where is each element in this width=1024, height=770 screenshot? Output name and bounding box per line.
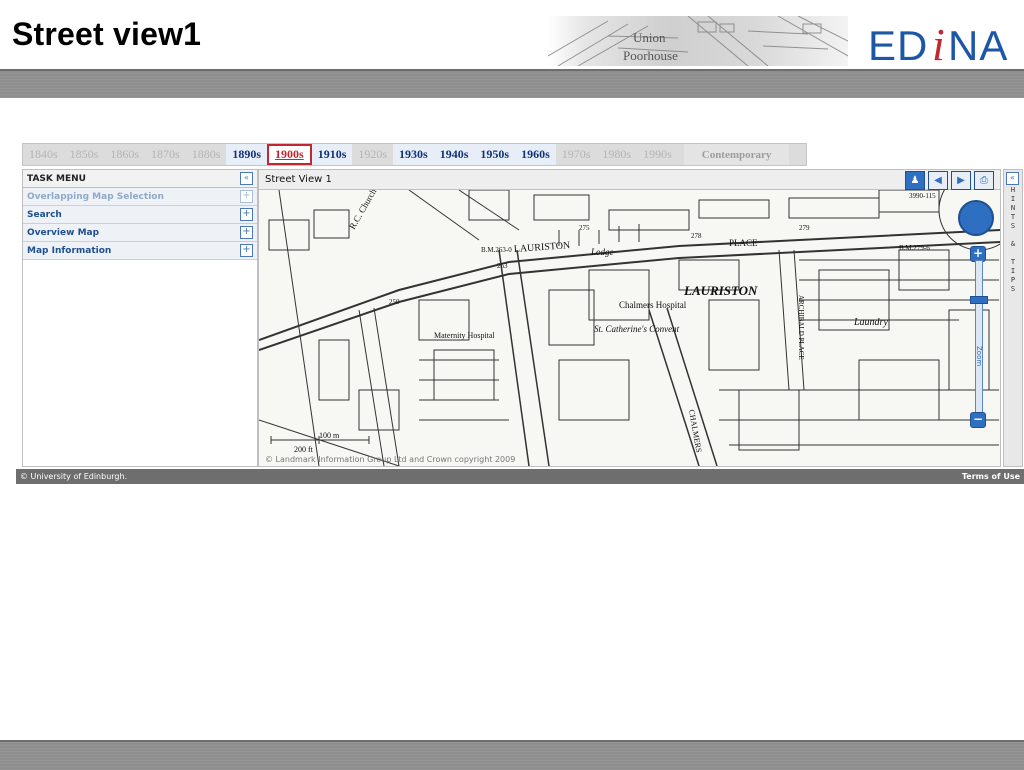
task-item-label: Overview Map xyxy=(27,227,100,238)
decade-tab-1990s[interactable]: 1990s xyxy=(637,144,678,165)
zoom-label: Zoom xyxy=(975,346,983,367)
svg-text:B.M.279-6: B.M.279-6 xyxy=(899,244,930,252)
svg-text:Laundry: Laundry xyxy=(853,317,888,328)
map-toolbar: ♟ ◀ ▶ ⎙ xyxy=(905,171,994,190)
svg-text:Poorhouse: Poorhouse xyxy=(623,48,678,63)
footer-copyright: © University of Edinburgh. xyxy=(20,472,128,481)
expand-plus-icon[interactable]: + xyxy=(240,190,253,203)
hints-letter: & xyxy=(1010,240,1016,248)
hints-letter: I xyxy=(1010,267,1016,275)
hints-letter: S xyxy=(1010,285,1016,293)
task-menu-title: TASK MENU xyxy=(27,173,86,184)
task-item-map-information[interactable]: Map Information + xyxy=(23,242,257,260)
svg-text:263: 263 xyxy=(497,262,508,270)
task-item-label: Map Information xyxy=(27,245,112,256)
decade-tab-1900s[interactable]: 1900s xyxy=(267,144,312,165)
double-chevron-left-icon[interactable]: « xyxy=(240,172,253,185)
hints-letter: H xyxy=(1010,186,1016,194)
decade-tab-1860s[interactable]: 1860s xyxy=(104,144,145,165)
svg-text:Lodge: Lodge xyxy=(590,247,614,257)
hints-letter: N xyxy=(1010,204,1016,212)
logo-text-i: i xyxy=(932,19,946,70)
svg-text:275: 275 xyxy=(579,224,590,232)
svg-text:LAURISTON: LAURISTON xyxy=(683,283,758,298)
svg-text:278: 278 xyxy=(691,232,702,240)
historic-map-canvas[interactable]: LAURISTON PLACE LAURISTON Chalmers Hospi… xyxy=(259,170,1000,466)
decade-selector: 1840s 1850s 1860s 1870s 1880s 1890s 1900s 1910s… xyxy=(22,143,807,166)
decade-tab-1840s[interactable]: 1840s xyxy=(23,144,64,165)
task-item-overlapping-map-selection[interactable]: Overlapping Map Selection + xyxy=(23,188,257,206)
top-divider-bar xyxy=(0,69,1024,98)
svg-text:PLACE: PLACE xyxy=(729,238,758,248)
task-menu-header: TASK MENU « xyxy=(23,170,257,188)
zoom-slider[interactable]: + Zoom − xyxy=(970,246,988,428)
hints-letter: P xyxy=(1010,276,1016,284)
decade-tab-1980s[interactable]: 1980s xyxy=(596,144,637,165)
hints-and-tips-panel[interactable]: « H I N T S & T I P S xyxy=(1003,169,1023,467)
decade-tab-contemporary[interactable]: Contemporary xyxy=(683,144,790,165)
svg-text:R.C. Church: R.C. Church xyxy=(347,190,379,231)
arrow-right-icon[interactable]: ▶ xyxy=(951,171,971,190)
map-copyright: © Landmark Information Group Ltd and Cro… xyxy=(265,455,516,464)
edina-logo: ED i NA xyxy=(868,8,1018,70)
svg-text:3990-115: 3990-115 xyxy=(909,192,936,200)
arrow-left-icon[interactable]: ◀ xyxy=(928,171,948,190)
decade-tab-1960s[interactable]: 1960s xyxy=(515,144,556,165)
hints-letter: T xyxy=(1010,213,1016,221)
historic-map-banner-image: Union Poorhouse xyxy=(548,16,848,66)
decade-tab-1940s[interactable]: 1940s xyxy=(433,144,475,165)
pan-compass-icon[interactable] xyxy=(958,200,994,236)
zoom-handle[interactable] xyxy=(970,296,988,304)
zoom-track[interactable] xyxy=(975,260,983,414)
svg-text:B.M.263-0: B.M.263-0 xyxy=(481,246,512,254)
expand-plus-icon[interactable]: + xyxy=(240,226,253,239)
svg-text:Chalmers Hospital: Chalmers Hospital xyxy=(619,300,687,310)
decade-tab-1910s[interactable]: 1910s xyxy=(311,144,353,165)
decade-tab-1890s[interactable]: 1890s xyxy=(226,144,268,165)
map-header: Street View 1 ♟ ◀ ▶ ⎙ xyxy=(259,170,1000,190)
decade-tab-1970s[interactable]: 1970s xyxy=(556,144,597,165)
hints-letter: I xyxy=(1010,195,1016,203)
hints-and-tips-label: H I N T S & T I P S xyxy=(1004,186,1022,294)
bottom-divider-bar xyxy=(0,740,1024,770)
hints-letter xyxy=(1004,231,1022,240)
zoom-out-icon[interactable]: − xyxy=(970,412,986,428)
decade-tab-1950s[interactable]: 1950s xyxy=(474,144,516,165)
hints-letter: S xyxy=(1010,222,1016,230)
svg-text:279: 279 xyxy=(799,224,810,232)
svg-text:Maternity Hospital: Maternity Hospital xyxy=(434,331,495,340)
logo-text-ed: ED xyxy=(868,22,929,69)
task-item-label: Overlapping Map Selection xyxy=(27,191,164,202)
expand-plus-icon[interactable]: + xyxy=(240,244,253,257)
logo-text-na: NA xyxy=(948,22,1009,69)
svg-text:250: 250 xyxy=(389,298,400,306)
decade-tab-1920s[interactable]: 1920s xyxy=(352,144,393,165)
svg-text:LAURISTON: LAURISTON xyxy=(513,240,570,255)
slide-title: Street view1 xyxy=(12,16,202,52)
double-chevron-left-icon[interactable]: « xyxy=(1006,172,1019,185)
decade-tab-1880s[interactable]: 1880s xyxy=(186,144,227,165)
svg-text:ARCHIBALD PLACE: ARCHIBALD PLACE xyxy=(797,295,805,360)
print-icon[interactable]: ⎙ xyxy=(974,171,994,190)
decade-tab-1930s[interactable]: 1930s xyxy=(393,144,434,165)
task-item-overview-map[interactable]: Overview Map + xyxy=(23,224,257,242)
decade-tab-1870s[interactable]: 1870s xyxy=(145,144,186,165)
svg-text:200 ft: 200 ft xyxy=(294,445,314,454)
map-panel: Street View 1 ♟ ◀ ▶ ⎙ LAURISTON PLACE LA… xyxy=(258,169,1001,467)
footer-bar: © University of Edinburgh. Terms of Use xyxy=(16,469,1024,484)
decade-tab-1850s[interactable]: 1850s xyxy=(64,144,105,165)
task-menu-panel: TASK MENU « Overlapping Map Selection + … xyxy=(22,169,258,467)
task-item-label: Search xyxy=(27,209,62,220)
person-icon[interactable]: ♟ xyxy=(905,171,925,190)
svg-text:Union: Union xyxy=(633,30,666,45)
hints-letter: T xyxy=(1010,258,1016,266)
svg-text:100 m: 100 m xyxy=(319,431,340,440)
hints-letter xyxy=(1004,249,1022,258)
map-title: Street View 1 xyxy=(265,174,332,185)
svg-text:St. Catherine's Convent: St. Catherine's Convent xyxy=(594,324,680,334)
task-item-search[interactable]: Search + xyxy=(23,206,257,224)
terms-of-use-link[interactable]: Terms of Use xyxy=(962,472,1020,481)
expand-plus-icon[interactable]: + xyxy=(240,208,253,221)
